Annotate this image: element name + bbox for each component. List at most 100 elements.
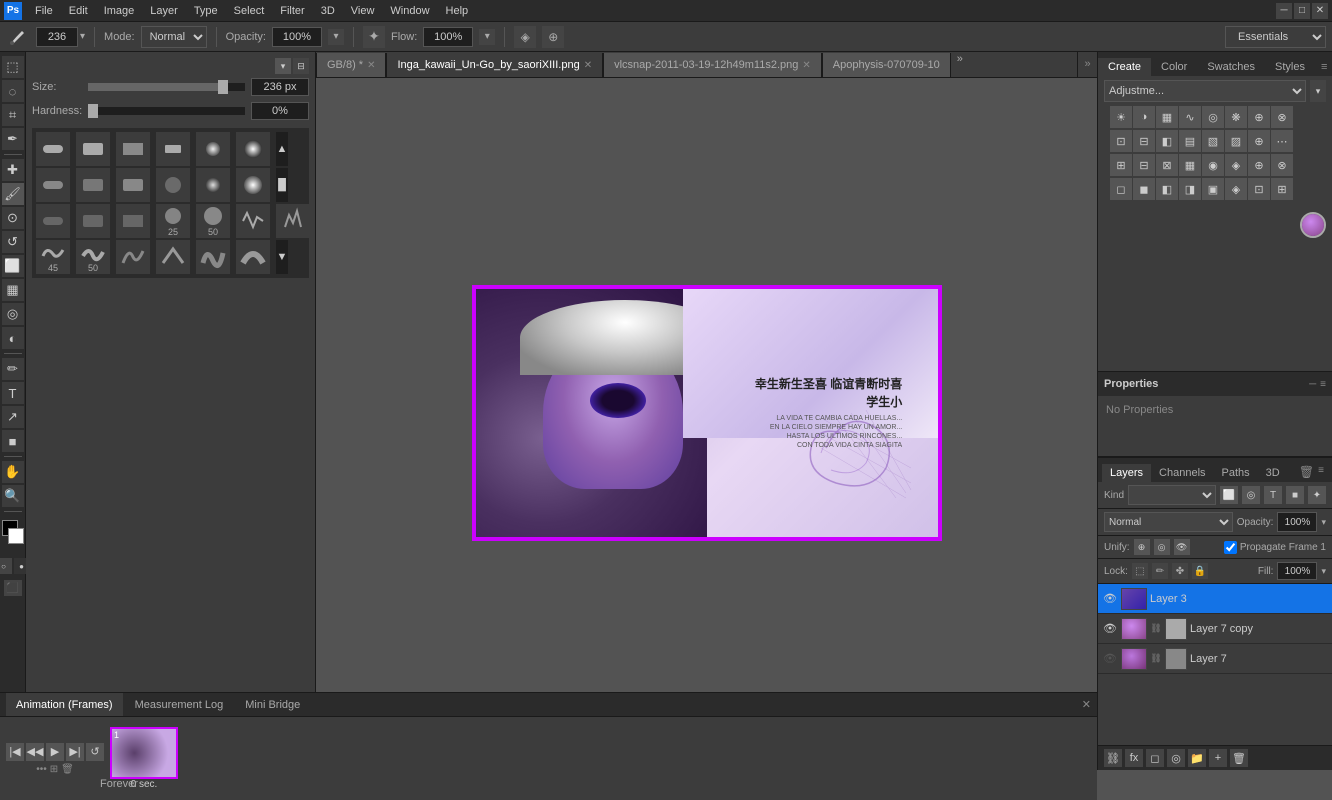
layer-0-visibility[interactable]: 👁 [1102, 591, 1118, 607]
menu-view[interactable]: View [344, 3, 382, 19]
layer-adj-1[interactable]: ⊞ [1110, 154, 1132, 176]
screen-mode-btn[interactable]: ⬛ [4, 580, 22, 596]
layer-mask-btn[interactable]: ◻ [1146, 749, 1164, 767]
layer-adj-5[interactable]: ◉ [1202, 154, 1224, 176]
layer-adj-8[interactable]: ⊗ [1271, 154, 1293, 176]
tab-swatches[interactable]: Swatches [1197, 58, 1265, 76]
gradient-map-adj[interactable]: ▨ [1225, 130, 1247, 152]
brush-preset-9[interactable] [116, 168, 150, 202]
mini-bridge-tab[interactable]: Mini Bridge [235, 693, 310, 716]
brush-preset-2[interactable] [76, 132, 110, 166]
menu-type[interactable]: Type [187, 3, 225, 19]
menu-filter[interactable]: Filter [273, 3, 311, 19]
layer-adj-3[interactable]: ⊠ [1156, 154, 1178, 176]
layer-delete-btn[interactable]: 🗑 [1230, 749, 1248, 767]
layers-3d-tab[interactable]: 3D [1258, 464, 1288, 482]
eraser-btn[interactable]: ◈ [514, 26, 536, 48]
brush-preset-25[interactable] [236, 240, 270, 274]
brush-panel-resize[interactable]: ⊟ [293, 58, 309, 74]
del-frame-btn[interactable]: 🗑 [61, 764, 74, 775]
tab-gb8[interactable]: GB/8) * ✕ [316, 53, 386, 77]
tab-color[interactable]: Color [1151, 58, 1197, 76]
close-button[interactable]: ✕ [1312, 3, 1328, 19]
shape-adj-6[interactable]: ◈ [1225, 178, 1247, 200]
kind-pixel-btn[interactable]: ⬜ [1220, 486, 1238, 504]
brush-scroll-mid[interactable]: █ [276, 168, 288, 202]
kind-type-btn[interactable]: T [1264, 486, 1282, 504]
first-frame-btn[interactable]: ◀◀ [26, 743, 44, 761]
menu-select[interactable]: Select [227, 3, 272, 19]
menu-3d[interactable]: 3D [314, 3, 342, 19]
layers-options-btn[interactable]: ≡ [1318, 465, 1324, 479]
properties-min-btn[interactable]: ─ [1309, 379, 1316, 390]
maximize-button[interactable]: □ [1294, 3, 1310, 19]
brush-preset-10[interactable] [156, 168, 190, 202]
channel-mixer-adj[interactable]: ⊟ [1133, 130, 1155, 152]
layer-row-2[interactable]: 👁 ⛓ Layer 7 [1098, 644, 1332, 674]
brush-preset-17[interactable]: 50 [196, 204, 230, 238]
lock-transparent-btn[interactable]: ⬚ [1132, 563, 1148, 579]
shape-adj-2[interactable]: ◼ [1133, 178, 1155, 200]
invert-adj[interactable]: ◧ [1156, 130, 1178, 152]
selective-color-adj[interactable]: ⊕ [1248, 130, 1270, 152]
posterize-adj[interactable]: ▤ [1179, 130, 1201, 152]
menu-layer[interactable]: Layer [143, 3, 185, 19]
tab-vlc-close[interactable]: ✕ [802, 60, 810, 71]
layer-adj-7[interactable]: ⊕ [1248, 154, 1270, 176]
curves-adj[interactable]: ∿ [1179, 106, 1201, 128]
lasso-tool[interactable]: ◌ [2, 80, 24, 102]
brush-preset-13[interactable] [36, 204, 70, 238]
workspace-dropdown[interactable]: Essentials [1225, 26, 1326, 48]
pen-tool[interactable]: ✏ [2, 358, 24, 380]
brush-preset-5[interactable] [196, 132, 230, 166]
brush-scroll-down[interactable]: ▼ [276, 240, 288, 274]
threshold-adj[interactable]: ▧ [1202, 130, 1224, 152]
brightness-adj[interactable]: ☀ [1110, 106, 1132, 128]
heal-tool[interactable]: ✚ [2, 159, 24, 181]
brush-preset-7[interactable] [36, 168, 70, 202]
flow-btn[interactable]: ▾ [479, 29, 495, 45]
brush-size-value-input[interactable] [251, 78, 309, 96]
brush-preset-8[interactable] [76, 168, 110, 202]
layer-group-btn[interactable]: 📁 [1188, 749, 1206, 767]
normal-mode-btn[interactable]: ○ [0, 558, 12, 574]
crop-tool[interactable]: ⌗ [2, 104, 24, 126]
panel-collapse-btn[interactable]: » [1077, 52, 1097, 77]
tab-styles[interactable]: Styles [1265, 58, 1315, 76]
tab-apo[interactable]: Apophysis-070709-10 [822, 53, 951, 77]
brush-preset-18[interactable] [236, 204, 270, 238]
shape-adj-3[interactable]: ◧ [1156, 178, 1178, 200]
shape-adj-1[interactable]: ◻ [1110, 178, 1132, 200]
layer-link-btn[interactable]: ⛓ [1104, 749, 1122, 767]
menu-window[interactable]: Window [383, 3, 436, 19]
brush-preset-20[interactable]: 45 [36, 240, 70, 274]
hardness-value-input[interactable] [251, 102, 309, 120]
zoom-tool[interactable]: 🔍 [2, 485, 24, 507]
brush-size-input[interactable] [36, 27, 78, 47]
airbrush-btn[interactable]: ✦ [363, 26, 385, 48]
sample-btn[interactable]: ⊕ [542, 26, 564, 48]
path-tool[interactable]: ↗ [2, 406, 24, 428]
blend-mode-select[interactable]: Normal [1104, 512, 1233, 532]
brush-preset-3[interactable] [116, 132, 150, 166]
layer-new-btn[interactable]: + [1209, 749, 1227, 767]
shape-adj-8[interactable]: ⊞ [1271, 178, 1293, 200]
brush-preset-11[interactable] [196, 168, 230, 202]
layer-adj-6[interactable]: ◈ [1225, 154, 1247, 176]
properties-options-btn[interactable]: ≡ [1320, 379, 1326, 390]
menu-image[interactable]: Image [97, 3, 142, 19]
fill-arrow[interactable]: ▾ [1321, 566, 1326, 577]
brush-scroll-up[interactable]: ▲ [276, 132, 288, 166]
meas-log-tab[interactable]: Measurement Log [125, 693, 234, 716]
fill-input[interactable] [1277, 562, 1317, 580]
channels-tab[interactable]: Channels [1151, 464, 1213, 482]
brush-preset-1[interactable] [36, 132, 70, 166]
eyedropper-tool[interactable]: ✒ [2, 128, 24, 150]
brush-preset-21[interactable]: 50 [76, 240, 110, 274]
layer-row-0[interactable]: 👁 Layer 3 [1098, 584, 1332, 614]
tab-vlc[interactable]: vlcsnap-2011-03-19-12h49m11s2.png ✕ [603, 53, 822, 77]
shape-tool[interactable]: ■ [2, 430, 24, 452]
flow-input[interactable] [423, 27, 473, 47]
lock-all-btn[interactable]: 🔒 [1192, 563, 1208, 579]
adjustments-dropdown[interactable]: Adjustme... [1104, 80, 1306, 102]
